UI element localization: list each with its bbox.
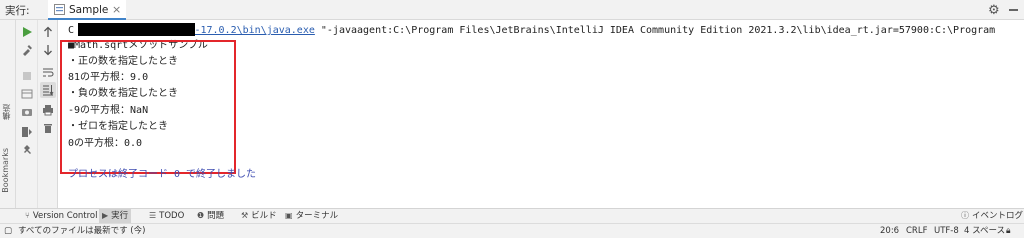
minimize-icon[interactable] xyxy=(1009,9,1018,11)
branch-icon: ⑂ xyxy=(25,211,30,220)
exit-icon[interactable] xyxy=(19,124,35,140)
tab-terminal[interactable]: ▣ ターミナル xyxy=(282,209,341,223)
run-toolbar-secondary xyxy=(38,20,58,208)
pin-icon[interactable] xyxy=(19,142,35,158)
caret-position[interactable]: 20:6 xyxy=(880,225,899,238)
run-toolwindow-header: 実行: Sample × ⚙ xyxy=(0,0,1024,20)
arrow-up-icon[interactable] xyxy=(40,24,56,40)
indent-setting[interactable]: 4 スペース xyxy=(964,225,1005,238)
camera-icon[interactable] xyxy=(19,104,35,120)
tab-todo[interactable]: ☰ TODO xyxy=(146,209,187,223)
rerun-icon[interactable] xyxy=(19,24,35,40)
hammer-icon: ⚒ xyxy=(241,211,249,220)
tab-run[interactable]: ▶ 実行 xyxy=(99,209,132,223)
tab-label: ビルド xyxy=(251,211,277,221)
tab-label: Sample xyxy=(69,4,109,16)
file-encoding[interactable]: UTF-8 xyxy=(934,225,959,238)
problems-icon: ❶ xyxy=(197,211,205,220)
run-toolbar-primary xyxy=(16,20,38,208)
tab-label: ターミナル xyxy=(295,211,339,221)
soft-wrap-icon[interactable] xyxy=(40,64,56,80)
left-tool-stripe: 構造 Bookmarks xyxy=(0,20,16,208)
print-icon[interactable] xyxy=(40,102,56,118)
line-separator[interactable]: CRLF xyxy=(906,225,927,238)
stop-icon[interactable] xyxy=(19,68,35,84)
restore-layout-icon[interactable] xyxy=(19,86,35,102)
tab-label: 実行 xyxy=(111,211,129,221)
event-log-label: イベントログ xyxy=(972,211,1024,221)
command-prefix: C xyxy=(68,25,75,36)
scroll-to-end-icon[interactable] xyxy=(40,82,56,98)
list-icon: ☰ xyxy=(149,211,157,220)
tab-label: 問題 xyxy=(207,211,225,221)
event-log-icon: ⓘ xyxy=(961,211,969,220)
tool-window-bar: ⑂ Version Control ▶ 実行 ☰ TODO ❶ 問題 ⚒ ビルド ▣ ターミ… xyxy=(0,208,1024,223)
console-output[interactable]: C openjdk-17.0.2\bin\java.exe "-javaagen… xyxy=(58,20,1024,208)
tab-label: TODO xyxy=(159,211,185,221)
tab-label: Version Control xyxy=(32,211,98,221)
status-bar: ▢ すべてのファイルは最新です (今) 20:6 CRLF UTF-8 4 スペ… xyxy=(0,223,1024,238)
command-line: C openjdk-17.0.2\bin\java.exe "-javaagen… xyxy=(68,24,995,38)
status-message: すべてのファイルは最新です (今) xyxy=(18,226,146,236)
bookmarks-tab[interactable]: Bookmarks xyxy=(1,148,10,193)
exit-message: プロセスは終了コード 0 で終了しました xyxy=(68,169,257,180)
run-icon: ▶ xyxy=(102,211,109,220)
tab-problems[interactable]: ❶ 問題 xyxy=(194,209,227,223)
arrow-down-icon[interactable] xyxy=(40,42,56,58)
event-log-button[interactable]: ⓘ イベントログ xyxy=(958,209,1024,223)
highlight-box xyxy=(60,40,236,174)
tab-build[interactable]: ⚒ ビルド xyxy=(238,209,280,223)
run-label: 実行: xyxy=(5,5,30,17)
lock-icon[interactable]: 🔒︎ xyxy=(1006,225,1011,238)
run-config-icon xyxy=(54,4,65,15)
edit-config-icon[interactable] xyxy=(19,42,35,58)
gear-icon[interactable]: ⚙ xyxy=(988,3,1000,18)
close-tab-icon[interactable]: × xyxy=(112,3,121,16)
status-square-icon[interactable]: ▢ xyxy=(4,225,12,238)
trash-icon[interactable] xyxy=(40,120,56,136)
structure-tab[interactable]: 構造 xyxy=(1,104,12,120)
terminal-icon: ▣ xyxy=(285,211,293,220)
command-args: "-javaagent:C:\Program Files\JetBrains\I… xyxy=(314,25,996,36)
redaction-bar xyxy=(78,23,195,36)
tab-version-control[interactable]: ⑂ Version Control xyxy=(22,209,101,223)
tab-sample[interactable]: Sample × xyxy=(48,0,126,20)
